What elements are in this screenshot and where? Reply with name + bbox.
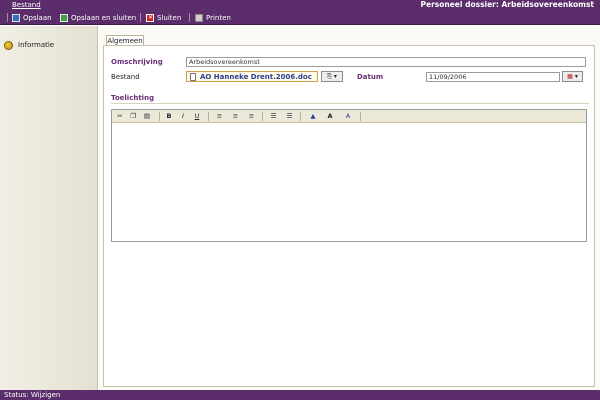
section-divider xyxy=(111,103,589,104)
app-title: Personeel dossier: Arbeidsovereenkomst xyxy=(420,0,594,9)
save-button-label: Opslaan xyxy=(23,13,52,22)
main-toolbar: Opslaan Opslaan en sluiten Sluiten Print… xyxy=(0,10,600,25)
sidebar-item-informatie[interactable]: Informatie xyxy=(4,38,96,52)
save-button[interactable]: Opslaan xyxy=(12,12,52,23)
print-icon xyxy=(195,13,203,22)
editor-separator xyxy=(360,112,361,121)
font-style-icon[interactable]: ▲ xyxy=(307,112,319,121)
italic-button[interactable]: I xyxy=(179,112,187,121)
copy-icon[interactable]: ❐ xyxy=(129,112,137,121)
document-icon xyxy=(190,72,196,81)
print-button-label: Printen xyxy=(206,13,231,22)
font-size-button[interactable]: A xyxy=(324,112,336,121)
editor-separator xyxy=(208,112,209,121)
title-bar: Bestand Personeel dossier: Arbeidsoveree… xyxy=(0,0,600,10)
editor-separator xyxy=(159,112,160,121)
toolbar-separator xyxy=(7,13,8,22)
align-center-icon[interactable]: ≡ xyxy=(231,112,240,121)
chevron-down-icon: ▾ xyxy=(574,73,578,80)
sidebar-item-label: Informatie xyxy=(18,41,55,49)
numbered-list-icon[interactable]: ☰ xyxy=(269,112,278,121)
datum-input[interactable]: 11/09/2006 xyxy=(426,72,560,82)
date-picker-button[interactable]: ▦ ▾ xyxy=(562,71,583,82)
bestand-file-name: AO Hanneke Drent.2006.doc xyxy=(200,72,312,81)
bullet-list-icon[interactable]: ☰ xyxy=(285,112,294,121)
editor-toolbar: ✂ ❐ ▤ B I U ≡ ≡ ≡ ☰ ☰ ▲ A A xyxy=(112,110,586,123)
info-icon xyxy=(4,40,13,50)
calendar-icon: ▦ xyxy=(567,73,573,80)
omschrijving-label: Omschrijving xyxy=(111,58,163,66)
editor-separator xyxy=(262,112,263,121)
save-close-icon xyxy=(60,13,68,22)
omschrijving-input[interactable]: Arbeidsovereenkomst xyxy=(186,57,586,67)
toelichting-editor[interactable]: ✂ ❐ ▤ B I U ≡ ≡ ≡ ☰ ☰ ▲ A A xyxy=(111,109,587,242)
font-color-button[interactable]: A xyxy=(342,112,354,121)
align-left-icon[interactable]: ≡ xyxy=(215,112,224,121)
toelichting-label: Toelichting xyxy=(111,94,155,102)
toolbar-separator xyxy=(140,13,141,22)
bestand-file-link[interactable]: AO Hanneke Drent.2006.doc xyxy=(186,71,318,82)
editor-separator xyxy=(300,112,301,121)
toolbar-separator xyxy=(189,13,190,22)
status-bar: Status: Wijzigen xyxy=(0,390,600,400)
close-button[interactable]: Sluiten xyxy=(146,12,181,23)
chevron-down-icon: ▾ xyxy=(333,73,337,80)
paperclip-icon: ⎘ xyxy=(327,72,332,80)
underline-button[interactable]: U xyxy=(193,112,201,121)
cut-icon[interactable]: ✂ xyxy=(116,112,124,121)
save-and-close-label: Opslaan en sluiten xyxy=(71,13,137,22)
print-button[interactable]: Printen xyxy=(195,12,231,23)
paste-icon[interactable]: ▤ xyxy=(142,112,152,121)
bestand-label: Bestand xyxy=(111,73,140,81)
close-button-label: Sluiten xyxy=(157,13,182,22)
align-right-icon[interactable]: ≡ xyxy=(247,112,256,121)
menu-bestand[interactable]: Bestand xyxy=(12,1,41,9)
tab-panel: Omschrijving Arbeidsovereenkomst Bestand… xyxy=(103,45,595,387)
close-icon xyxy=(146,13,154,22)
save-and-close-button[interactable]: Opslaan en sluiten xyxy=(60,12,136,23)
main-content: Algemeen Omschrijving Arbeidsovereenkoms… xyxy=(99,26,600,390)
datum-label: Datum xyxy=(357,73,384,81)
sidebar: Informatie xyxy=(0,26,98,390)
save-icon xyxy=(12,13,20,22)
bold-button[interactable]: B xyxy=(165,112,173,121)
attachment-dropdown-button[interactable]: ⎘ ▾ xyxy=(321,71,343,82)
